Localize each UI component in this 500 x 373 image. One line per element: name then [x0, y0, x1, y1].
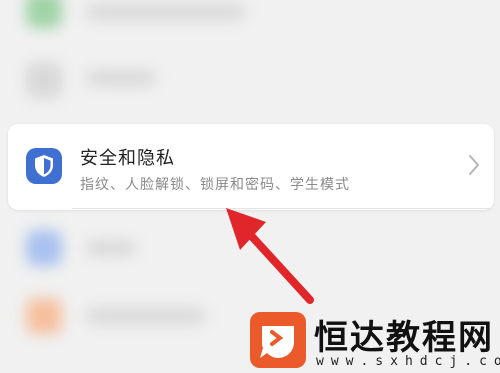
watermark: 恒达教程网 www.sxhdcj.com	[250, 308, 500, 373]
watermark-name: 恒达教程网	[314, 318, 494, 358]
watermark-url: www.sxhdcj.com	[316, 354, 500, 369]
watermark-logo	[250, 312, 306, 368]
